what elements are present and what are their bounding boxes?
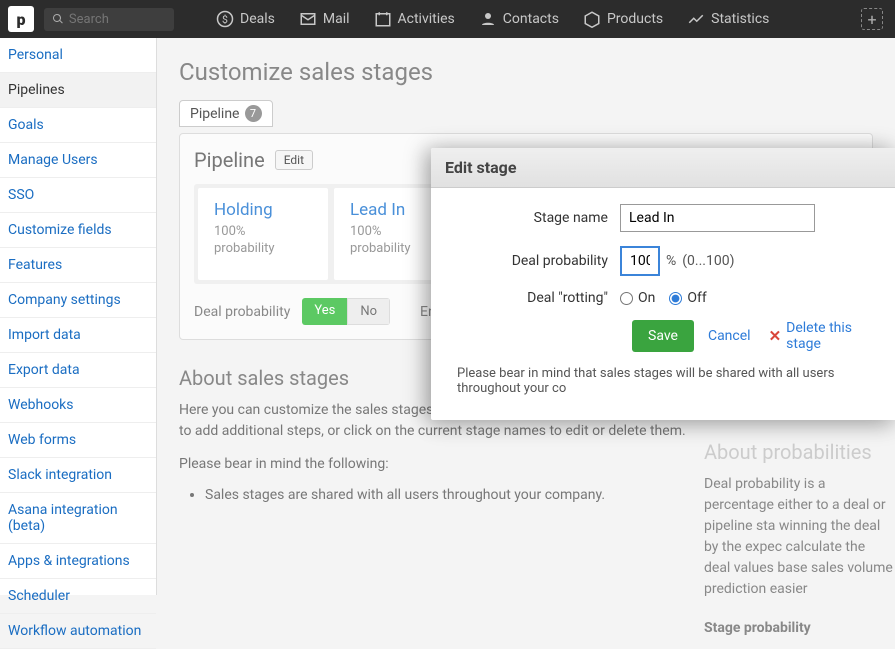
modal-title: Edit stage <box>445 158 881 177</box>
edit-stage-modal: Edit stage Stage name Deal probability %… <box>431 148 895 420</box>
edit-pipeline-button[interactable]: Edit <box>275 150 313 170</box>
topbar: p $ Deals Mail Activities Contacts Produc… <box>0 0 895 38</box>
nav-activities[interactable]: Activities <box>362 0 467 38</box>
app-logo[interactable]: p <box>8 6 34 32</box>
nav-label: Contacts <box>503 11 559 27</box>
deal-rotting-label: Deal "rotting" <box>447 290 620 306</box>
nav-label: Statistics <box>711 11 769 27</box>
sidebar-item-slack[interactable]: Slack integration <box>0 458 156 493</box>
search-box[interactable] <box>44 8 174 31</box>
percent-sign: % <box>666 253 676 269</box>
about-probabilities: About probabilities Deal probability is … <box>704 440 894 639</box>
modal-header: Edit stage <box>431 148 895 188</box>
close-icon: ✕ <box>769 327 782 345</box>
page-title: Customize sales stages <box>179 58 873 86</box>
about-p2: Please bear in mind the following: <box>179 454 699 475</box>
sidebar: Personal Pipelines Goals Manage Users SS… <box>0 38 157 595</box>
chart-icon <box>687 10 705 28</box>
rotting-off-radio[interactable]: Off <box>669 290 706 306</box>
delete-stage-link[interactable]: ✕Delete this stage <box>769 320 871 352</box>
tab-label: Pipeline <box>190 106 240 122</box>
save-button[interactable]: Save <box>632 320 694 352</box>
deal-probability-label: Deal probability <box>447 253 620 269</box>
sidebar-item-personal[interactable]: Personal <box>0 38 156 73</box>
rotting-on-radio[interactable]: On <box>620 290 655 306</box>
sidebar-item-features[interactable]: Features <box>0 248 156 283</box>
deal-prob-toggle[interactable]: Yes No <box>302 298 390 325</box>
stage-name-input[interactable] <box>620 204 815 232</box>
nav-statistics[interactable]: Statistics <box>675 0 781 38</box>
nav-label: Deals <box>240 11 275 27</box>
tab-count-badge: 7 <box>245 105 262 122</box>
search-icon <box>52 12 64 26</box>
right-sp: Stage probability <box>704 618 894 639</box>
right-heading: About probabilities <box>704 440 894 464</box>
toggle-no[interactable]: No <box>347 298 390 325</box>
calendar-icon <box>374 10 392 28</box>
sidebar-item-sso[interactable]: SSO <box>0 178 156 213</box>
nav-mail[interactable]: Mail <box>287 0 362 38</box>
pipeline-tab[interactable]: Pipeline 7 <box>179 100 273 127</box>
person-icon <box>479 10 497 28</box>
nav-label: Products <box>607 11 663 27</box>
box-icon <box>583 10 601 28</box>
sidebar-item-export-data[interactable]: Export data <box>0 353 156 388</box>
sidebar-item-apps[interactable]: Apps & integrations <box>0 544 156 579</box>
modal-footer-note: Please bear in mind that sales stages wi… <box>447 366 879 406</box>
radio-off-label: Off <box>687 290 706 306</box>
mail-icon <box>299 10 317 28</box>
deal-probability-input[interactable] <box>620 246 660 276</box>
cancel-link[interactable]: Cancel <box>708 328 751 344</box>
radio-on-label: On <box>638 290 655 306</box>
svg-text:$: $ <box>222 13 228 26</box>
deal-prob-label: Deal probability <box>194 304 290 320</box>
stage-card[interactable]: Holding 100%probability <box>198 188 328 280</box>
nav-contacts[interactable]: Contacts <box>467 0 571 38</box>
dollar-icon: $ <box>216 10 234 28</box>
search-input[interactable] <box>69 12 166 27</box>
nav-products[interactable]: Products <box>571 0 675 38</box>
nav-deals[interactable]: $ Deals <box>204 0 287 38</box>
sidebar-item-manage-users[interactable]: Manage Users <box>0 143 156 178</box>
sidebar-item-goals[interactable]: Goals <box>0 108 156 143</box>
stage-prob: 100%probability <box>214 224 312 258</box>
sidebar-item-company-settings[interactable]: Company settings <box>0 283 156 318</box>
sidebar-item-scheduler[interactable]: Scheduler <box>0 579 156 614</box>
sidebar-item-workflow[interactable]: Workflow automation <box>0 614 156 649</box>
right-p1: Deal probability is a percentage either … <box>704 474 894 600</box>
sidebar-item-web-forms[interactable]: Web forms <box>0 423 156 458</box>
add-button[interactable]: + <box>861 8 883 30</box>
sidebar-item-asana[interactable]: Asana integration (beta) <box>0 493 156 544</box>
stage-name-label: Stage name <box>447 210 620 226</box>
nav-label: Activities <box>398 11 455 27</box>
sidebar-item-webhooks[interactable]: Webhooks <box>0 388 156 423</box>
stage-name: Holding <box>214 200 312 220</box>
deal-prob-hint: (0...100) <box>682 253 734 269</box>
sidebar-item-customize-fields[interactable]: Customize fields <box>0 213 156 248</box>
sidebar-item-import-data[interactable]: Import data <box>0 318 156 353</box>
plus-icon: + <box>867 10 876 29</box>
sidebar-item-pipelines[interactable]: Pipelines <box>0 73 156 108</box>
pipeline-name: Pipeline <box>194 148 265 172</box>
toggle-yes[interactable]: Yes <box>302 298 347 325</box>
nav-label: Mail <box>323 11 350 27</box>
delete-label: Delete this stage <box>786 320 871 352</box>
